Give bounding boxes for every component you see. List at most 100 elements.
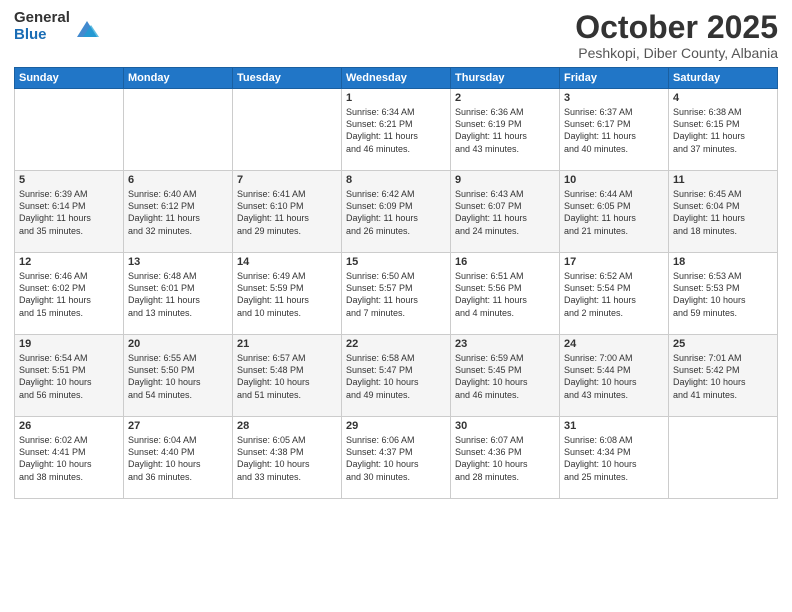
calendar-cell: 2 Sunrise: 6:36 AM Sunset: 6:19 PM Daylig… [451, 89, 560, 171]
day-info: Sunrise: 6:57 AM Sunset: 5:48 PM Dayligh… [237, 352, 337, 401]
day-info: Sunrise: 6:55 AM Sunset: 5:50 PM Dayligh… [128, 352, 228, 401]
day-info: Sunrise: 6:50 AM Sunset: 5:57 PM Dayligh… [346, 270, 446, 319]
calendar-week-row: 19 Sunrise: 6:54 AM Sunset: 5:51 PM Dayli… [15, 335, 778, 417]
day-info: Sunrise: 6:42 AM Sunset: 6:09 PM Dayligh… [346, 188, 446, 237]
calendar-week-row: 1Sunrise: 6:34 AM Sunset: 6:21 PM Daylig… [15, 89, 778, 171]
day-number: 27 [128, 420, 228, 432]
day-info: Sunrise: 6:08 AM Sunset: 4:34 PM Dayligh… [564, 434, 664, 483]
calendar-week-row: 5Sunrise: 6:39 AM Sunset: 6:14 PM Daylig… [15, 171, 778, 253]
calendar-cell: 21 Sunrise: 6:57 AM Sunset: 5:48 PM Dayli… [233, 335, 342, 417]
day-number: 13 [128, 256, 228, 268]
day-info: Sunrise: 6:58 AM Sunset: 5:47 PM Dayligh… [346, 352, 446, 401]
calendar-week-row: 26 Sunrise: 6:02 AM Sunset: 4:41 PM Dayli… [15, 417, 778, 499]
weekday-header-monday: Monday [124, 68, 233, 89]
weekday-header-saturday: Saturday [669, 68, 778, 89]
day-number: 28 [237, 420, 337, 432]
calendar-cell: 14 Sunrise: 6:49 AM Sunset: 5:59 PM Dayli… [233, 253, 342, 335]
day-number: 22 [346, 338, 446, 350]
header: General Blue October 2025 Peshkopi, Dibe… [14, 10, 778, 61]
logo-general: General [14, 10, 70, 27]
day-number: 3 [564, 92, 664, 104]
calendar-cell: 13Sunrise: 6:48 AM Sunset: 6:01 PM Dayli… [124, 253, 233, 335]
day-info: Sunrise: 6:45 AM Sunset: 6:04 PM Dayligh… [673, 188, 773, 237]
day-info: Sunrise: 6:46 AM Sunset: 6:02 PM Dayligh… [19, 270, 119, 319]
calendar-cell: 15 Sunrise: 6:50 AM Sunset: 5:57 PM Dayli… [342, 253, 451, 335]
calendar-cell: 20 Sunrise: 6:55 AM Sunset: 5:50 PM Dayli… [124, 335, 233, 417]
month-title: October 2025 [575, 10, 778, 45]
day-info: Sunrise: 6:04 AM Sunset: 4:40 PM Dayligh… [128, 434, 228, 483]
day-info: Sunrise: 6:54 AM Sunset: 5:51 PM Dayligh… [19, 352, 119, 401]
logo: General Blue [14, 10, 101, 43]
calendar-cell: 27 Sunrise: 6:04 AM Sunset: 4:40 PM Dayli… [124, 417, 233, 499]
day-info: Sunrise: 6:59 AM Sunset: 5:45 PM Dayligh… [455, 352, 555, 401]
day-info: Sunrise: 6:36 AM Sunset: 6:19 PM Dayligh… [455, 106, 555, 155]
day-number: 21 [237, 338, 337, 350]
day-info: Sunrise: 6:02 AM Sunset: 4:41 PM Dayligh… [19, 434, 119, 483]
calendar-cell: 5Sunrise: 6:39 AM Sunset: 6:14 PM Daylig… [15, 171, 124, 253]
calendar-cell: 4 Sunrise: 6:38 AM Sunset: 6:15 PM Daylig… [669, 89, 778, 171]
day-number: 29 [346, 420, 446, 432]
calendar-cell: 7 Sunrise: 6:41 AM Sunset: 6:10 PM Daylig… [233, 171, 342, 253]
calendar-cell: 17Sunrise: 6:52 AM Sunset: 5:54 PM Dayli… [560, 253, 669, 335]
logo-icon [73, 15, 101, 43]
weekday-header-friday: Friday [560, 68, 669, 89]
calendar-cell: 28Sunrise: 6:05 AM Sunset: 4:38 PM Dayli… [233, 417, 342, 499]
day-info: Sunrise: 6:43 AM Sunset: 6:07 PM Dayligh… [455, 188, 555, 237]
day-number: 9 [455, 174, 555, 186]
day-number: 30 [455, 420, 555, 432]
calendar-cell: 1Sunrise: 6:34 AM Sunset: 6:21 PM Daylig… [342, 89, 451, 171]
day-info: Sunrise: 6:37 AM Sunset: 6:17 PM Dayligh… [564, 106, 664, 155]
calendar-cell: 8Sunrise: 6:42 AM Sunset: 6:09 PM Daylig… [342, 171, 451, 253]
day-number: 14 [237, 256, 337, 268]
weekday-header-tuesday: Tuesday [233, 68, 342, 89]
day-number: 2 [455, 92, 555, 104]
calendar-cell: 10 Sunrise: 6:44 AM Sunset: 6:05 PM Dayli… [560, 171, 669, 253]
calendar-cell [124, 89, 233, 171]
day-number: 11 [673, 174, 773, 186]
day-info: Sunrise: 6:40 AM Sunset: 6:12 PM Dayligh… [128, 188, 228, 237]
day-number: 17 [564, 256, 664, 268]
calendar-cell [233, 89, 342, 171]
calendar-cell: 31Sunrise: 6:08 AM Sunset: 4:34 PM Dayli… [560, 417, 669, 499]
day-info: Sunrise: 6:44 AM Sunset: 6:05 PM Dayligh… [564, 188, 664, 237]
day-info: Sunrise: 7:00 AM Sunset: 5:44 PM Dayligh… [564, 352, 664, 401]
logo-blue: Blue [14, 27, 70, 44]
calendar-cell: 24 Sunrise: 7:00 AM Sunset: 5:44 PM Dayli… [560, 335, 669, 417]
day-number: 5 [19, 174, 119, 186]
day-number: 25 [673, 338, 773, 350]
calendar-cell: 29 Sunrise: 6:06 AM Sunset: 4:37 PM Dayli… [342, 417, 451, 499]
day-info: Sunrise: 6:49 AM Sunset: 5:59 PM Dayligh… [237, 270, 337, 319]
day-info: Sunrise: 6:53 AM Sunset: 5:53 PM Dayligh… [673, 270, 773, 319]
day-number: 16 [455, 256, 555, 268]
calendar-cell: 9 Sunrise: 6:43 AM Sunset: 6:07 PM Daylig… [451, 171, 560, 253]
logo-text: General Blue [14, 10, 70, 43]
weekday-header-wednesday: Wednesday [342, 68, 451, 89]
day-info: Sunrise: 6:34 AM Sunset: 6:21 PM Dayligh… [346, 106, 446, 155]
day-number: 10 [564, 174, 664, 186]
calendar-cell: 18 Sunrise: 6:53 AM Sunset: 5:53 PM Dayli… [669, 253, 778, 335]
calendar-cell: 6 Sunrise: 6:40 AM Sunset: 6:12 PM Daylig… [124, 171, 233, 253]
day-number: 26 [19, 420, 119, 432]
day-number: 19 [19, 338, 119, 350]
calendar-cell: 16Sunrise: 6:51 AM Sunset: 5:56 PM Dayli… [451, 253, 560, 335]
day-number: 20 [128, 338, 228, 350]
subtitle: Peshkopi, Diber County, Albania [575, 45, 778, 61]
day-info: Sunrise: 6:38 AM Sunset: 6:15 PM Dayligh… [673, 106, 773, 155]
day-number: 6 [128, 174, 228, 186]
day-info: Sunrise: 7:01 AM Sunset: 5:42 PM Dayligh… [673, 352, 773, 401]
day-number: 18 [673, 256, 773, 268]
calendar-cell [15, 89, 124, 171]
day-number: 24 [564, 338, 664, 350]
calendar-cell: 22 Sunrise: 6:58 AM Sunset: 5:47 PM Dayli… [342, 335, 451, 417]
day-number: 4 [673, 92, 773, 104]
day-info: Sunrise: 6:41 AM Sunset: 6:10 PM Dayligh… [237, 188, 337, 237]
days-header-row: SundayMondayTuesdayWednesdayThursdayFrid… [15, 68, 778, 89]
day-info: Sunrise: 6:07 AM Sunset: 4:36 PM Dayligh… [455, 434, 555, 483]
calendar-cell: 23 Sunrise: 6:59 AM Sunset: 5:45 PM Dayli… [451, 335, 560, 417]
calendar-week-row: 12Sunrise: 6:46 AM Sunset: 6:02 PM Dayli… [15, 253, 778, 335]
day-number: 7 [237, 174, 337, 186]
day-number: 15 [346, 256, 446, 268]
day-info: Sunrise: 6:06 AM Sunset: 4:37 PM Dayligh… [346, 434, 446, 483]
day-number: 23 [455, 338, 555, 350]
calendar-cell: 12Sunrise: 6:46 AM Sunset: 6:02 PM Dayli… [15, 253, 124, 335]
